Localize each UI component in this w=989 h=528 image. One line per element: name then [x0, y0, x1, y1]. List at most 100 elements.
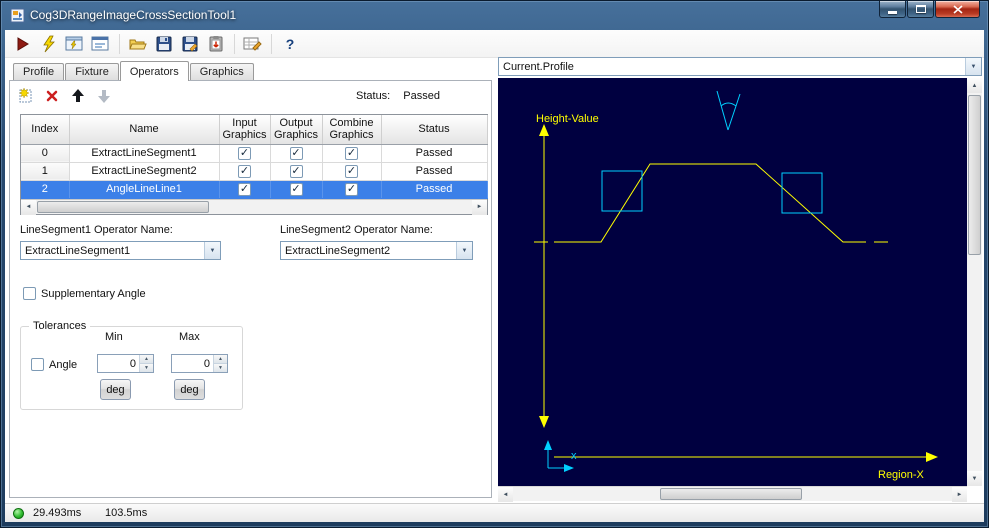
x-axis-arrow — [926, 452, 938, 462]
grid-horizontal-scrollbar[interactable]: ◄ ► — [21, 198, 487, 215]
scrollbar-thumb[interactable] — [37, 200, 209, 213]
scroll-right-icon[interactable]: ► — [952, 487, 967, 502]
run-button[interactable] — [11, 32, 35, 56]
run-tool-group-button[interactable] — [63, 32, 87, 56]
output-graphics-checkbox[interactable]: ✓ — [289, 146, 303, 160]
input-graphics-checkbox[interactable]: ✓ — [238, 146, 251, 160]
input-graphics-checkbox[interactable]: ✓ — [238, 164, 251, 178]
save-button[interactable] — [152, 32, 176, 56]
row-index-cell: 0 — [21, 144, 70, 163]
scroll-down-icon[interactable]: ▼ — [967, 471, 982, 486]
operator-row[interactable]: 0 ExtractLineSegment1 ✓ ✓ ✓ Passed — [21, 144, 488, 163]
column-header[interactable]: Name — [69, 115, 220, 145]
delete-operator-button[interactable] — [42, 86, 62, 106]
chevron-down-icon[interactable]: ▼ — [204, 242, 220, 259]
tolerances-group-label: Tolerances — [29, 320, 91, 332]
add-operator-icon — [18, 87, 32, 103]
open-button[interactable] — [126, 32, 150, 56]
tab-strip: Profile Fixture Operators Graphics — [13, 61, 255, 81]
client-area: ? Profile Fixture Operators Graphics Status… — [5, 30, 984, 522]
input-graphics-cell: ✓ — [219, 162, 271, 181]
canvas-vertical-scrollbar[interactable]: ▲ ▼ — [967, 78, 982, 486]
profile-display-canvas[interactable]: Height-Value Region-X x — [498, 78, 967, 486]
move-down-icon — [98, 90, 110, 103]
scroll-left-icon[interactable]: ◄ — [21, 199, 36, 215]
operator-name-cell: ExtractLineSegment1 — [69, 144, 220, 163]
canvas-horizontal-scrollbar[interactable]: ◄ ► — [498, 486, 967, 502]
spin-down-icon[interactable]: ▼ — [214, 364, 227, 372]
height-axis-label: Height-Value — [536, 113, 599, 125]
input-graphics-checkbox[interactable]: ✓ — [238, 182, 251, 196]
output-graphics-checkbox[interactable]: ✓ — [289, 164, 303, 178]
scrollbar-thumb[interactable] — [660, 488, 802, 500]
operator-row[interactable]: 1 ExtractLineSegment2 ✓ ✓ ✓ Passed — [21, 162, 488, 181]
scroll-right-icon[interactable]: ► — [472, 199, 487, 215]
combine-graphics-checkbox[interactable]: ✓ — [345, 146, 358, 160]
move-up-button[interactable] — [68, 86, 88, 106]
move-down-button[interactable] — [94, 86, 114, 106]
maximize-button[interactable] — [907, 1, 934, 18]
tab-fixture[interactable]: Fixture — [65, 63, 119, 80]
tab-profile[interactable]: Profile — [13, 63, 65, 80]
scroll-left-icon[interactable]: ◄ — [498, 487, 513, 502]
spin-up-icon[interactable]: ▲ — [214, 355, 227, 364]
chevron-down-icon[interactable]: ▼ — [456, 242, 472, 259]
toolbar-separator — [271, 33, 272, 54]
close-icon — [952, 4, 963, 14]
angle-tolerance-checkbox-row[interactable]: Angle — [31, 358, 77, 371]
angle-max-input[interactable]: 0 ▲ ▼ — [171, 354, 228, 373]
spin-down-icon[interactable]: ▼ — [140, 364, 153, 372]
column-header[interactable]: Input Graphics — [219, 115, 271, 145]
minimize-button[interactable] — [879, 1, 906, 18]
angle-max-unit-button[interactable]: deg — [174, 379, 205, 400]
scrollbar-thumb[interactable] — [968, 95, 981, 255]
record-selector-combo[interactable]: Current.Profile ▼ — [498, 57, 982, 76]
close-button[interactable] — [935, 1, 980, 18]
angle-min-input[interactable]: 0 ▲ ▼ — [97, 354, 154, 373]
row-status-cell: Passed — [381, 162, 488, 181]
output-graphics-checkbox[interactable]: ✓ — [289, 182, 303, 196]
help-button[interactable]: ? — [278, 32, 302, 56]
save-as-button[interactable] — [178, 32, 202, 56]
show-tool-editor-button[interactable] — [89, 32, 113, 56]
supplementary-angle-checkbox[interactable] — [23, 287, 36, 300]
origin-y-arrow — [544, 440, 552, 450]
y-axis-bottom-arrow — [539, 416, 549, 428]
title-bar[interactable]: Cog3DRangeImageCrossSectionTool1 — [1, 1, 988, 30]
minimize-icon — [888, 10, 897, 14]
run-electric-button[interactable] — [37, 32, 61, 56]
open-folder-icon — [129, 39, 147, 49]
linesegment1-operator-combo[interactable]: ExtractLineSegment1 ▼ — [20, 241, 221, 260]
tab-operators[interactable]: Operators — [119, 61, 189, 81]
window-controls — [878, 1, 980, 18]
column-header[interactable]: Status — [381, 115, 488, 145]
row-status-cell: Passed — [381, 180, 488, 199]
column-header[interactable]: Combine Graphics — [322, 115, 382, 145]
chevron-down-icon[interactable]: ▼ — [965, 58, 981, 75]
tab-graphics[interactable]: Graphics — [189, 63, 254, 80]
linesegment2-operator-combo[interactable]: ExtractLineSegment2 ▼ — [280, 241, 473, 260]
operator-toolbar — [16, 86, 114, 106]
operator-row[interactable]: 2 AngleLineLine1 ✓ ✓ ✓ Passed — [21, 180, 488, 199]
column-header[interactable]: Output Graphics — [270, 115, 323, 145]
supplementary-angle-checkbox-row[interactable]: Supplementary Angle — [23, 287, 146, 300]
scroll-up-icon[interactable]: ▲ — [967, 78, 982, 93]
angle-max-value: 0 — [203, 358, 210, 370]
spin-up-icon[interactable]: ▲ — [140, 355, 153, 364]
run-icon — [17, 36, 29, 51]
angle-tolerance-checkbox[interactable] — [31, 358, 44, 371]
save-as-icon — [182, 36, 198, 51]
linesegment1-highlight-box — [601, 170, 643, 212]
operator-grid: Index Name Input Graphics Output Graphics Co… — [20, 114, 488, 215]
column-header[interactable]: Index — [21, 115, 70, 145]
expression-editor-icon — [243, 37, 262, 51]
combine-graphics-checkbox[interactable]: ✓ — [345, 164, 358, 178]
angle-min-unit-button[interactable]: deg — [100, 379, 131, 400]
expression-editor-button[interactable] — [241, 32, 265, 56]
add-operator-button[interactable] — [16, 86, 36, 106]
output-graphics-cell: ✓ — [270, 162, 323, 181]
status-bar: 29.493ms 103.5ms — [5, 503, 984, 522]
paste-button[interactable] — [204, 32, 228, 56]
combine-graphics-checkbox[interactable]: ✓ — [345, 182, 358, 196]
app-window: Cog3DRangeImageCrossSectionTool1 ? Profi… — [0, 0, 989, 528]
